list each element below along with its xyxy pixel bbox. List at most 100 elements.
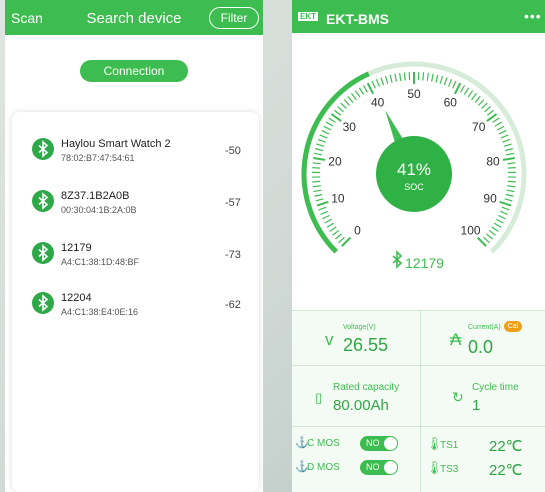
gauge-tick-label: 0 xyxy=(354,224,361,238)
gauge-tick xyxy=(481,102,488,110)
gauge-tick xyxy=(500,134,509,139)
filter-button[interactable]: Filter xyxy=(209,7,259,29)
gauge-tick xyxy=(453,82,462,95)
gauge-tick-label: 30 xyxy=(343,120,357,134)
voltage-value: 26.55 xyxy=(343,335,389,355)
d-mos-toggle[interactable]: NO xyxy=(360,460,398,475)
gauge-tick xyxy=(321,130,330,135)
gauge-tick xyxy=(506,189,515,193)
gauge-tick xyxy=(315,148,324,152)
gauge-tick xyxy=(328,117,336,123)
d-mos-state: NO xyxy=(366,462,380,472)
gauge-tick xyxy=(474,96,481,103)
current-label: Current(A) xyxy=(468,324,501,331)
gauge-tick-label: 90 xyxy=(483,192,497,206)
device-row[interactable]: Haylou Smart Watch 2 78:02:B7:47:54:61 -… xyxy=(12,130,259,170)
device-row[interactable]: 12204 A4:C1:38:E4:0E:16 -62 xyxy=(12,284,259,324)
gauge-tick xyxy=(443,77,448,86)
c-mos-label: C MOS xyxy=(307,438,340,449)
device-rssi: -50 xyxy=(225,145,241,157)
gauge-tick xyxy=(467,90,474,98)
gauge-tick xyxy=(496,125,505,131)
gauge-tick xyxy=(315,198,324,202)
device-mac: A4:C1:38:1D:48:BF xyxy=(61,257,140,267)
bluetooth-icon xyxy=(32,292,54,314)
connected-device-name: 12179 xyxy=(405,255,444,271)
gauge-tick xyxy=(483,236,490,244)
gauge-tick xyxy=(375,78,380,87)
gauge-tick xyxy=(316,143,325,147)
cal-button[interactable]: Cal xyxy=(504,321,522,332)
gauge-tick xyxy=(503,143,512,147)
gauge-tick xyxy=(371,80,376,89)
d-mos-label: D MOS xyxy=(307,462,340,473)
gauge-tick xyxy=(488,229,496,236)
gauge-tick xyxy=(460,85,466,93)
gauge-tick xyxy=(439,75,444,84)
gauge-tick-label: 60 xyxy=(444,96,458,110)
device-name: 8Z37.1B2A0B xyxy=(61,190,130,202)
more-dots-icon[interactable]: ••• xyxy=(524,8,542,24)
device-rssi: -62 xyxy=(225,299,241,311)
soc-value: 41% xyxy=(397,160,431,179)
c-mos-state: NO xyxy=(366,438,380,448)
divider xyxy=(292,426,545,427)
gauge-tick xyxy=(422,72,425,81)
bms-screen: EKT EKT-BMS ••• 0 10 20 30 40 50 60 70 80 90 100 4… xyxy=(292,0,545,492)
gauge-tick xyxy=(507,162,516,165)
gauge-tick-label: 20 xyxy=(328,154,342,168)
gauge-tick xyxy=(507,185,516,188)
gauge-tick xyxy=(347,96,354,103)
gauge-tick xyxy=(354,90,361,98)
gauge-tick xyxy=(332,229,340,236)
device-row[interactable]: 8Z37.1B2A0B 00:30:04:1B:2A:0B -57 xyxy=(12,182,259,222)
gauge-tick xyxy=(366,82,375,95)
gauge-tick xyxy=(504,148,513,152)
gauge-tick xyxy=(351,93,357,101)
gauge-tick xyxy=(329,226,337,232)
device-mac: 78:02:B7:47:54:61 xyxy=(61,153,135,163)
gauge-tick xyxy=(498,214,506,220)
header-bar: Scan Search device Filter xyxy=(5,0,263,35)
gauge-tick xyxy=(493,222,502,228)
gauge-tick xyxy=(499,200,512,207)
search-device-screen: Scan Search device Filter Connection Hay… xyxy=(5,0,263,492)
ts1-label: TS1 xyxy=(440,440,459,451)
bluetooth-icon xyxy=(32,190,54,212)
gauge-tick xyxy=(486,233,493,240)
gauge-tick xyxy=(448,78,453,87)
gauge-tick xyxy=(394,73,397,82)
gauge-tick xyxy=(335,233,342,240)
bluetooth-icon xyxy=(32,242,54,264)
gauge-tick xyxy=(477,99,485,106)
c-mos-toggle[interactable]: NO xyxy=(360,436,398,451)
cycle-time-value: 1 xyxy=(472,397,481,414)
device-name: 12179 xyxy=(61,242,92,254)
gauge-tick xyxy=(343,99,351,106)
gauge-tick xyxy=(507,180,516,183)
gauge-tick xyxy=(399,72,402,82)
ts3-value: 22℃ xyxy=(489,462,523,479)
gauge-tick xyxy=(318,206,327,211)
gauge-tick xyxy=(317,138,326,143)
gauge-tick xyxy=(362,85,368,93)
gauge-tick xyxy=(312,166,321,169)
gauge-tick xyxy=(486,109,494,116)
device-mac: A4:C1:38:E4:0E:16 xyxy=(61,307,139,317)
gauge-tick xyxy=(505,193,514,197)
cycle-icon: ↻ xyxy=(452,389,464,405)
gauge-tick xyxy=(501,206,510,211)
connection-button[interactable]: Connection xyxy=(80,60,188,82)
voltage-label: Voltage(V) xyxy=(343,324,376,331)
gauge-tick xyxy=(491,226,499,232)
gauge-tick xyxy=(498,130,507,135)
gauge-tick xyxy=(502,138,511,143)
ts1-value: 22℃ xyxy=(489,438,523,455)
toggle-knob xyxy=(384,437,397,450)
divider xyxy=(420,310,421,492)
bluetooth-icon xyxy=(32,138,54,160)
current-icon: ₳ xyxy=(450,330,462,349)
device-row[interactable]: 12179 A4:C1:38:1D:48:BF -73 xyxy=(12,234,259,274)
gauge-tick xyxy=(314,193,323,197)
device-list: Haylou Smart Watch 2 78:02:B7:47:54:61 -… xyxy=(12,112,259,492)
